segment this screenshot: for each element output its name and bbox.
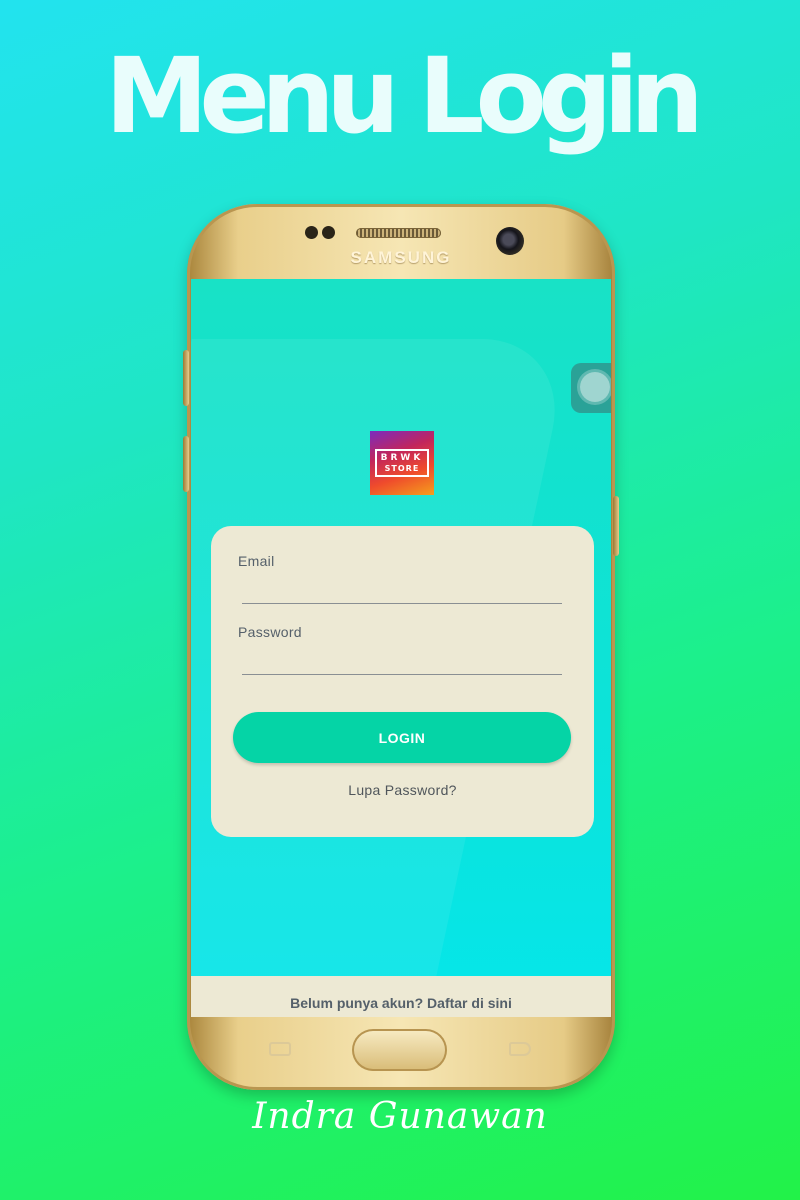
login-card: Email Password LOGIN Lupa Password? [211, 526, 594, 837]
password-label: Password [238, 624, 302, 640]
back-icon [509, 1042, 531, 1056]
phone-frame: SAMSUNG BRWK STORE Email Password LOGIN … [183, 204, 619, 1090]
phone-side-button [183, 436, 189, 492]
store-logo: BRWK STORE [370, 431, 434, 495]
login-button[interactable]: LOGIN [233, 712, 571, 763]
forgot-password-link[interactable]: Lupa Password? [211, 782, 594, 798]
home-button[interactable] [352, 1029, 447, 1071]
phone-side-button [613, 496, 619, 556]
app-screen: BRWK STORE Email Password LOGIN Lupa Pas… [191, 279, 611, 1017]
assistive-touch-button[interactable] [571, 363, 611, 413]
author-signature: Indra Gunawan [252, 1096, 548, 1137]
password-field[interactable] [242, 647, 562, 675]
register-link[interactable]: Belum punya akun? Daftar di sini [191, 976, 611, 1017]
recent-apps-icon [269, 1042, 291, 1056]
earpiece-speaker [356, 228, 441, 238]
page-headline: Menu Login [104, 35, 704, 157]
logo-text-store: STORE [384, 463, 420, 473]
logo-text-brwk: BRWK [380, 453, 424, 464]
phone-brand: SAMSUNG [350, 248, 452, 267]
phone-side-button [183, 350, 189, 406]
email-field[interactable] [242, 576, 562, 604]
proximity-sensor-icon [322, 226, 335, 239]
proximity-sensor-icon [305, 226, 318, 239]
email-label: Email [238, 553, 275, 569]
logo-mark: BRWK STORE [374, 449, 430, 477]
